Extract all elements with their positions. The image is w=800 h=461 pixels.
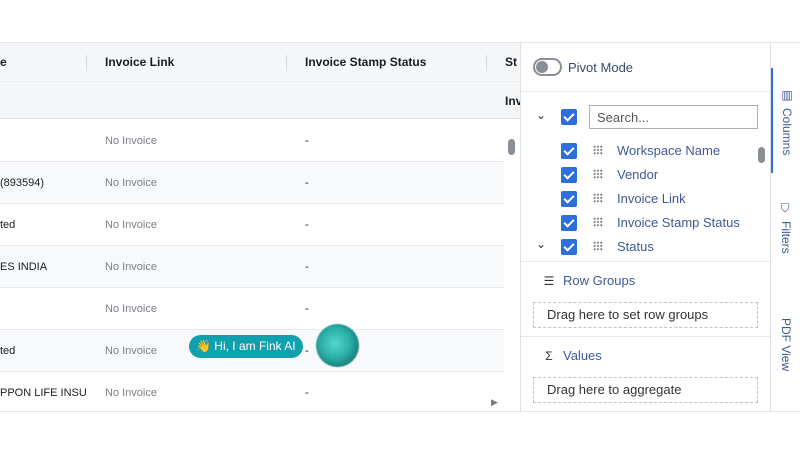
header-separator[interactable] xyxy=(486,55,487,71)
cell-workspace: (893594) xyxy=(0,177,45,189)
column-item-invoice-stamp-status[interactable]: Invoice Stamp Status xyxy=(521,211,761,235)
grid-body: No Invoice - (893594) No Invoice - ted N… xyxy=(0,120,504,411)
pivot-mode-row: Pivot Mode xyxy=(521,43,770,92)
pivot-mode-toggle[interactable] xyxy=(533,58,562,76)
grid-header-row: e Invoice Link Invoice Stamp Status St xyxy=(0,43,520,81)
column-checkbox[interactable] xyxy=(561,239,577,255)
column-select-list: ⌄ Workspace Name Vendor Invoice Link xyxy=(521,92,770,262)
data-grid: e Invoice Link Invoice Stamp Status St I… xyxy=(0,42,800,412)
header-cell-workspace[interactable]: e xyxy=(0,43,80,81)
tab-pdf-view-label: PDF View xyxy=(779,318,793,372)
header-cell-invoice-stamp-status[interactable]: Invoice Stamp Status xyxy=(305,43,475,81)
values-drop-zone[interactable]: Drag here to aggregate xyxy=(533,377,758,403)
row-groups-header: ☰ Row Groups xyxy=(541,262,636,300)
tab-filters[interactable]: ⛉ Filters xyxy=(771,203,800,263)
cell-invoice-stamp-status: - xyxy=(305,387,309,399)
cell-invoice-link[interactable]: No Invoice xyxy=(105,372,265,411)
cell-workspace: ted xyxy=(0,345,16,357)
sigma-icon: Σ xyxy=(545,349,553,363)
tab-filters-label: Filters xyxy=(779,221,793,254)
filter-icon: ⛉ xyxy=(779,203,793,215)
header-cell-status[interactable]: St xyxy=(505,43,520,81)
values-header: Σ Values xyxy=(541,337,602,375)
header-cell-invoice-link[interactable]: Invoice Link xyxy=(105,43,275,81)
tab-pdf-view[interactable]: PDF View xyxy=(771,318,800,383)
select-all-checkbox[interactable] xyxy=(561,109,577,125)
cell-invoice-link[interactable]: No Invoice xyxy=(105,246,265,288)
cell-workspace xyxy=(0,120,86,162)
column-label: Vendor xyxy=(617,167,659,182)
header-separator[interactable] xyxy=(86,55,87,71)
drag-handle-icon[interactable] xyxy=(593,217,603,227)
cell-invoice-link[interactable]: No Invoice xyxy=(105,288,265,330)
top-bar xyxy=(0,0,800,42)
fink-ai-avatar[interactable] xyxy=(316,324,359,367)
table-row[interactable]: ES INDIA No Invoice - xyxy=(0,246,504,288)
column-checkbox[interactable] xyxy=(561,191,577,207)
chevron-down-icon[interactable]: ⌄ xyxy=(535,237,547,251)
column-label: Workspace Name xyxy=(617,143,721,158)
column-label: Invoice Stamp Status xyxy=(617,215,740,230)
cell-invoice-stamp-status: - xyxy=(305,135,309,147)
header-separator[interactable] xyxy=(286,55,287,71)
table-row[interactable]: ted No Invoice - xyxy=(0,204,504,246)
column-label: Status xyxy=(617,239,654,254)
side-bar-tabs: ▥ Columns ⛉ Filters PDF View xyxy=(770,43,800,411)
panel-scroll-thumb[interactable] xyxy=(758,147,765,163)
cell-invoice-stamp-status: - xyxy=(305,261,309,273)
chevron-down-icon[interactable]: ⌄ xyxy=(535,108,547,122)
column-item-workspace-name[interactable]: Workspace Name xyxy=(521,139,761,163)
drag-handle-icon[interactable] xyxy=(593,241,603,251)
table-row[interactable]: No Invoice - xyxy=(0,120,504,162)
drag-handle-icon[interactable] xyxy=(593,145,603,155)
cell-invoice-link[interactable]: No Invoice xyxy=(105,162,265,204)
drag-handle-icon[interactable] xyxy=(593,193,603,203)
row-groups-title: Row Groups xyxy=(563,273,636,288)
tab-columns[interactable]: ▥ Columns xyxy=(771,68,800,173)
values-section: Σ Values Drag here to aggregate xyxy=(521,337,770,411)
row-groups-drop-zone[interactable]: Drag here to set row groups xyxy=(533,302,758,328)
column-search-input[interactable] xyxy=(589,105,758,129)
column-item-status[interactable]: ⌄ Status xyxy=(521,235,761,259)
cell-invoice-link[interactable]: No Invoice xyxy=(105,204,265,246)
cell-invoice-link[interactable]: No Invoice xyxy=(105,120,265,162)
cell-invoice-stamp-status: - xyxy=(305,219,309,231)
grid-filter-row: Inv xyxy=(0,81,520,119)
panel-vertical-scrollbar[interactable]: ▼ xyxy=(757,147,767,261)
columns-tool-panel: Pivot Mode ⌄ Workspace Name Vendor xyxy=(520,43,770,411)
scroll-right-arrow-icon[interactable]: ▶ xyxy=(491,397,498,408)
column-item-invoice-link[interactable]: Invoice Link xyxy=(521,187,761,211)
pivot-mode-label: Pivot Mode xyxy=(568,60,634,75)
cell-invoice-stamp-status: - xyxy=(305,177,309,189)
tab-columns-label: Columns xyxy=(780,108,794,156)
table-row[interactable]: PPON LIFE INSUI No Invoice - xyxy=(0,372,504,411)
filter-cell-status[interactable]: Inv xyxy=(505,82,520,120)
values-title: Values xyxy=(563,348,602,363)
cell-workspace: ES INDIA xyxy=(0,261,48,273)
cell-invoice-stamp-status: - xyxy=(305,303,309,315)
grid-vertical-scrollbar[interactable]: ▼ xyxy=(504,129,518,411)
row-groups-icon: ☰ xyxy=(543,274,555,288)
grid-scroll-thumb[interactable] xyxy=(508,139,515,155)
column-item-vendor[interactable]: Vendor xyxy=(521,163,761,187)
page: e Invoice Link Invoice Stamp Status St I… xyxy=(0,0,800,461)
drag-handle-icon[interactable] xyxy=(593,169,603,179)
column-checkbox[interactable] xyxy=(561,143,577,159)
table-row[interactable]: (893594) No Invoice - xyxy=(0,162,504,204)
row-groups-section: ☰ Row Groups Drag here to set row groups xyxy=(521,262,770,337)
table-row[interactable]: No Invoice - xyxy=(0,288,504,330)
column-checkbox[interactable] xyxy=(561,167,577,183)
cell-workspace xyxy=(0,288,86,330)
column-checkbox[interactable] xyxy=(561,215,577,231)
columns-icon: ▥ xyxy=(780,88,794,102)
column-label: Invoice Link xyxy=(617,191,686,206)
fink-ai-chat-bubble[interactable]: 👋 Hi, I am Fink AI xyxy=(189,335,303,358)
cell-workspace: ted xyxy=(0,219,16,231)
cell-workspace: PPON LIFE INSUI xyxy=(0,387,86,399)
